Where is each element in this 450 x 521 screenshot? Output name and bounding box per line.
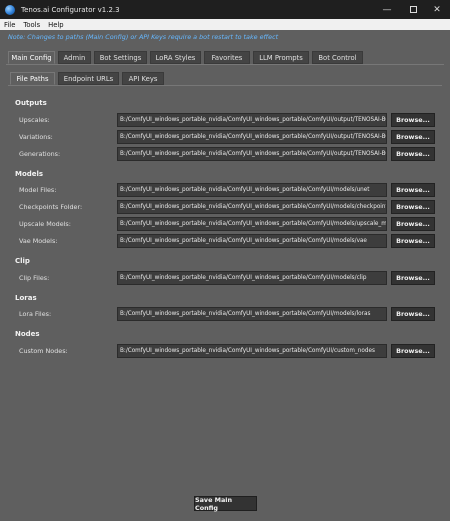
browse-custom-nodes-button[interactable]: Browse... [391,344,435,358]
clip-files-path-input[interactable]: B:/ComfyUI_windows_portable_nvidia/Comfy… [117,271,387,285]
main-panel-border [6,64,444,65]
path-row-model-files: Model Files: B:/ComfyUI_windows_portable… [0,183,450,197]
browse-upscales-button[interactable]: Browse... [391,113,435,127]
tab-bot-control[interactable]: Bot Control [312,51,363,64]
checkpoints-path-input[interactable]: B:/ComfyUI_windows_portable_nvidia/Comfy… [117,200,387,214]
path-label: Checkpoints Folder: [19,203,83,211]
tab-lora-styles[interactable]: LoRA Styles [150,51,201,64]
tab-main-config[interactable]: Main Config [8,51,55,64]
menu-bar: File Tools Help [0,19,450,30]
path-label: Upscale Models: [19,220,71,228]
path-row-lora-files: Lora Files: B:/ComfyUI_windows_portable_… [0,307,450,321]
browse-lora-files-button[interactable]: Browse... [391,307,435,321]
menu-file[interactable]: File [0,21,19,29]
path-row-clip-files: Clip Files: B:/ComfyUI_windows_portable_… [0,271,450,285]
main-tab-bar: Main Config Admin Bot Settings LoRA Styl… [8,51,366,64]
section-title-loras: Loras [15,294,37,302]
tab-admin[interactable]: Admin [58,51,91,64]
path-row-checkpoints: Checkpoints Folder: B:/ComfyUI_windows_p… [0,200,450,214]
path-label: Clip Files: [19,274,50,282]
path-row-vae-models: Vae Models: B:/ComfyUI_windows_portable_… [0,234,450,248]
section-title-models: Models [15,170,44,178]
path-row-variations: Variations: B:/ComfyUI_windows_portable_… [0,130,450,144]
upscales-path-input[interactable]: B:/ComfyUI_windows_portable_nvidia/Comfy… [117,113,387,127]
tab-endpoint-urls[interactable]: Endpoint URLs [58,72,119,85]
tab-llm-prompts[interactable]: LLM Prompts [253,51,309,64]
menu-help[interactable]: Help [44,21,68,29]
restart-note: Note: Changes to paths (Main Config) or … [8,33,279,41]
tab-file-paths[interactable]: File Paths [10,72,55,85]
window-title: Tenos.ai Configurator v1.2.3 [21,5,120,14]
tab-api-keys[interactable]: API Keys [122,72,164,85]
generations-path-input[interactable]: B:/ComfyUI_windows_portable_nvidia/Comfy… [117,147,387,161]
browse-clip-files-button[interactable]: Browse... [391,271,435,285]
vae-models-path-input[interactable]: B:/ComfyUI_windows_portable_nvidia/Comfy… [117,234,387,248]
app-logo-icon [5,4,15,15]
path-row-generations: Generations: B:/ComfyUI_windows_portable… [0,147,450,161]
browse-checkpoints-button[interactable]: Browse... [391,200,435,214]
menu-tools[interactable]: Tools [19,21,44,29]
browse-vae-models-button[interactable]: Browse... [391,234,435,248]
browse-upscale-models-button[interactable]: Browse... [391,217,435,231]
path-label: Variations: [19,133,53,141]
title-bar: Tenos.ai Configurator v1.2.3 — ✕ [0,0,450,19]
close-icon[interactable]: ✕ [424,0,450,19]
path-label: Vae Models: [19,237,58,245]
minimize-icon[interactable]: — [374,0,400,19]
browse-generations-button[interactable]: Browse... [391,147,435,161]
tab-bot-settings[interactable]: Bot Settings [94,51,147,64]
model-files-path-input[interactable]: B:/ComfyUI_windows_portable_nvidia/Comfy… [117,183,387,197]
maximize-icon[interactable] [400,0,426,19]
sub-tab-bar: File Paths Endpoint URLs API Keys [10,72,167,85]
tab-favorites[interactable]: Favorites [204,51,250,64]
sub-panel-border [8,85,442,86]
upscale-models-path-input[interactable]: B:/ComfyUI_windows_portable_nvidia/Comfy… [117,217,387,231]
browse-variations-button[interactable]: Browse... [391,130,435,144]
path-label: Custom Nodes: [19,347,68,355]
path-row-custom-nodes: Custom Nodes: B:/ComfyUI_windows_portabl… [0,344,450,358]
lora-files-path-input[interactable]: B:/ComfyUI_windows_portable_nvidia/Comfy… [117,307,387,321]
path-label: Model Files: [19,186,57,194]
section-title-outputs: Outputs [15,99,47,107]
path-label: Lora Files: [19,310,52,318]
section-title-clip: Clip [15,257,30,265]
section-title-nodes: Nodes [15,330,40,338]
save-main-config-button[interactable]: Save Main Config [194,496,257,512]
variations-path-input[interactable]: B:/ComfyUI_windows_portable_nvidia/Comfy… [117,130,387,144]
browse-model-files-button[interactable]: Browse... [391,183,435,197]
path-row-upscales: Upscales: B:/ComfyUI_windows_portable_nv… [0,113,450,127]
path-label: Generations: [19,150,61,158]
custom-nodes-path-input[interactable]: B:/ComfyUI_windows_portable_nvidia/Comfy… [117,344,387,358]
path-label: Upscales: [19,116,50,124]
path-row-upscale-models: Upscale Models: B:/ComfyUI_windows_porta… [0,217,450,231]
